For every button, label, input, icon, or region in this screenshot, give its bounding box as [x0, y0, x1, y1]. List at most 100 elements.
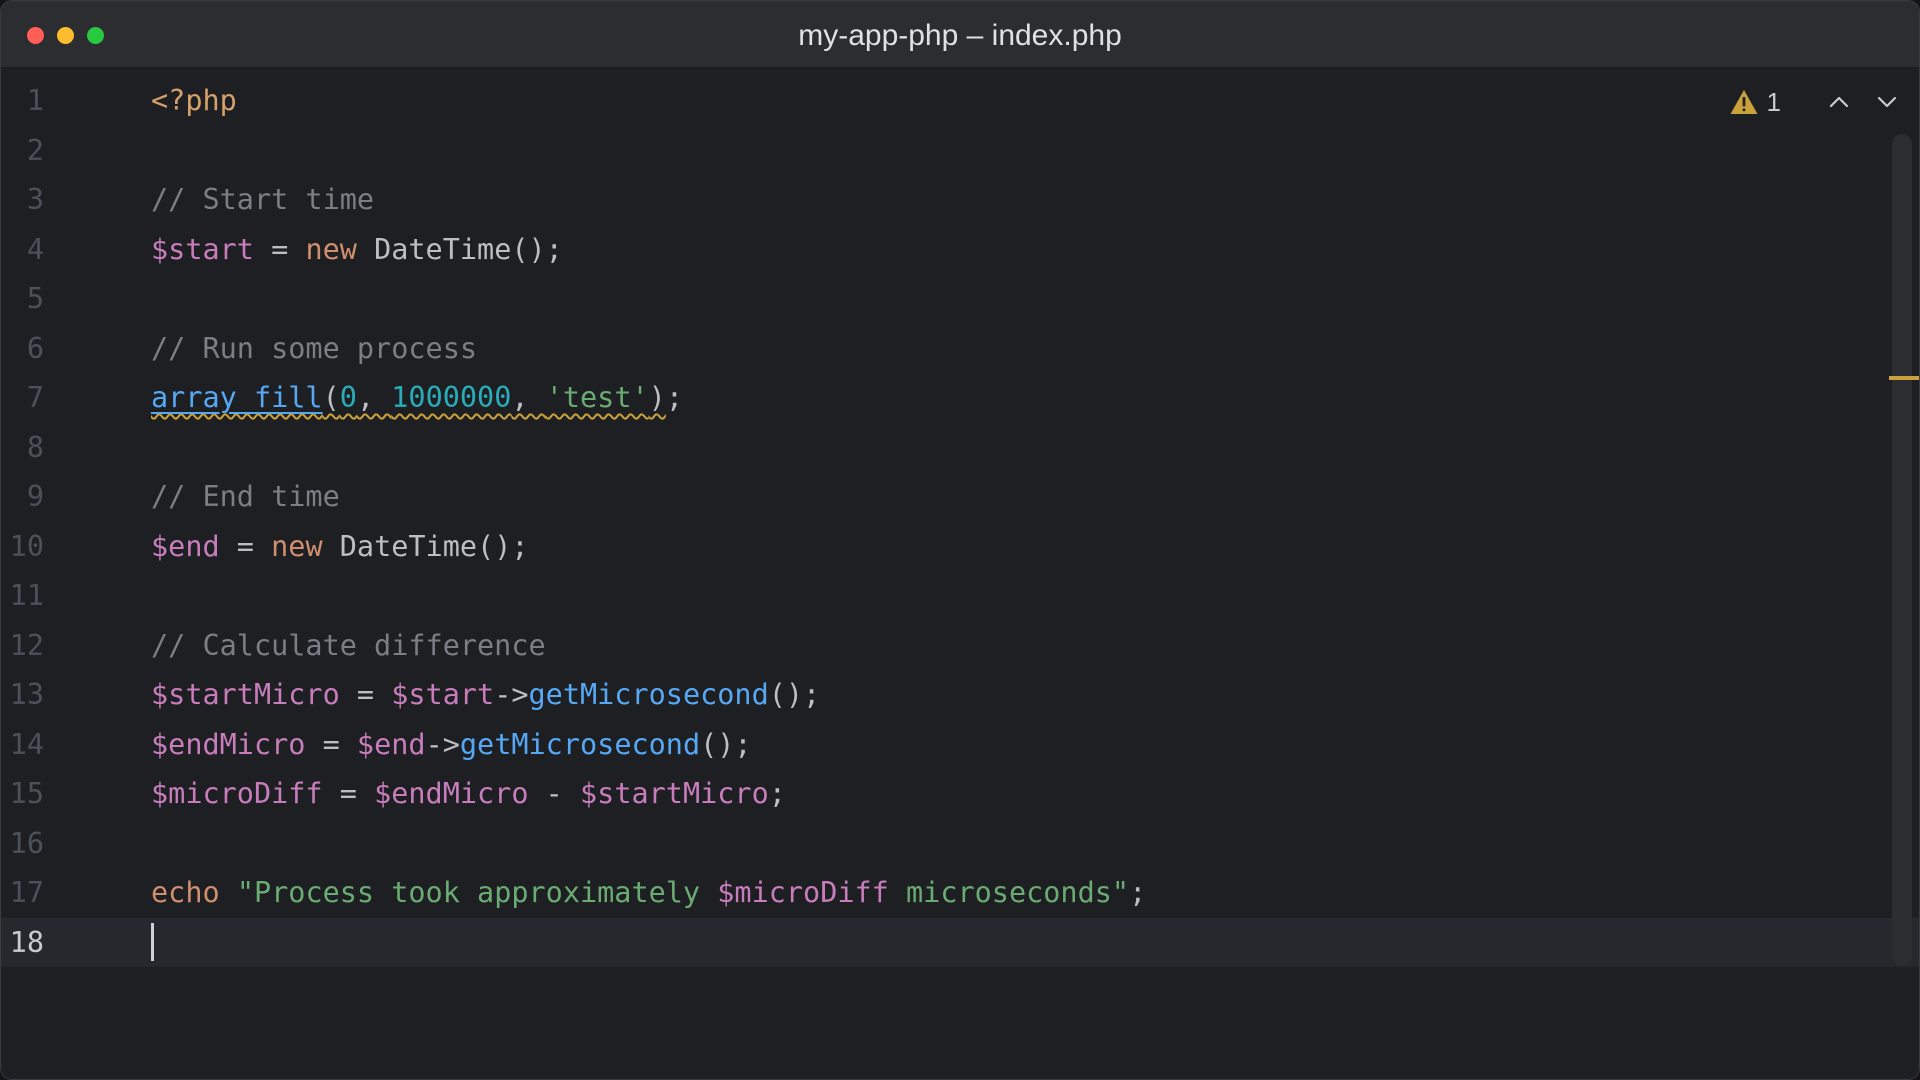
chevron-up-icon[interactable]: [1827, 90, 1851, 114]
line-number[interactable]: 5: [1, 274, 44, 324]
code-token: new: [305, 232, 357, 266]
code-token: $start: [151, 232, 254, 266]
line-code[interactable]: [151, 918, 154, 968]
code-token: ();: [768, 678, 821, 711]
window-title: my-app-php – index.php: [798, 19, 1122, 52]
code-token: ,: [356, 381, 392, 414]
line-code[interactable]: $start = new DateTime();: [151, 225, 563, 275]
code-lines: 1 <?php 2 3 // Start time 4 $start = new DateT…: [1, 76, 1919, 967]
line-number[interactable]: 7: [1, 373, 44, 423]
code-line-16[interactable]: 16: [1, 819, 1919, 869]
ide-window: my-app-php – index.php 1 <?php 2 3 // Start …: [0, 0, 1920, 1080]
line-number[interactable]: 12: [1, 621, 44, 671]
code-token: ->: [494, 678, 529, 711]
code-token: $microDiff: [151, 777, 323, 810]
code-token: =: [253, 232, 306, 266]
code-token: new: [271, 529, 323, 563]
code-token: ;: [768, 777, 786, 810]
code-token: 'test': [545, 381, 649, 414]
code-token: $start: [391, 678, 495, 711]
title-bar: my-app-php – index.php: [1, 1, 1919, 68]
code-token: ();: [700, 727, 752, 761]
code-token: ): [648, 381, 666, 414]
line-number[interactable]: 11: [1, 571, 44, 621]
warning-count[interactable]: 1: [1767, 87, 1781, 118]
line-number[interactable]: 18: [1, 918, 44, 968]
line-number[interactable]: 10: [1, 522, 44, 572]
line-number[interactable]: 15: [1, 769, 44, 819]
line-code[interactable]: $end = new DateTime();: [151, 522, 529, 572]
code-line-17[interactable]: 17 echo "Process took approximately $micr…: [1, 868, 1919, 918]
line-number[interactable]: 1: [1, 76, 44, 126]
code-line-9[interactable]: 9 // End time: [1, 472, 1919, 522]
line-code[interactable]: $microDiff = $endMicro - $startMicro;: [151, 769, 786, 819]
code-token: =: [305, 727, 357, 761]
line-number[interactable]: 3: [1, 175, 44, 225]
code-token: getMicrosecond: [528, 678, 769, 711]
line-number[interactable]: 4: [1, 225, 44, 275]
line-number[interactable]: 8: [1, 423, 44, 473]
code-line-1[interactable]: 1 <?php: [1, 76, 1919, 126]
code-line-7[interactable]: 7 array_fill(0, 1000000, 'test');: [1, 373, 1919, 423]
code-token: $endMicro: [151, 727, 306, 761]
code-token: // Calculate difference: [151, 628, 546, 662]
warning-stripe-marker[interactable]: [1889, 376, 1919, 380]
code-line-12[interactable]: 12 // Calculate difference: [1, 621, 1919, 671]
line-number[interactable]: 6: [1, 324, 44, 374]
line-code[interactable]: // Start time: [151, 175, 374, 225]
warning-triangle-icon[interactable]: [1729, 88, 1759, 116]
code-token: "Process took approximately: [236, 876, 718, 909]
code-token: $microDiff: [717, 876, 889, 909]
chevron-down-icon[interactable]: [1875, 90, 1899, 114]
line-code[interactable]: // End time: [151, 472, 340, 522]
line-number[interactable]: 14: [1, 720, 44, 770]
line-code[interactable]: array_fill(0, 1000000, 'test');: [151, 373, 683, 423]
line-code[interactable]: <?php: [151, 76, 237, 126]
code-line-15[interactable]: 15 $microDiff = $endMicro - $startMicro;: [1, 769, 1919, 819]
code-token: // Run some process: [151, 331, 478, 365]
code-token: $end: [356, 727, 426, 761]
code-token: $end: [151, 529, 220, 563]
code-token: DateTime();: [322, 529, 529, 563]
code-line-13[interactable]: 13 $startMicro = $start->getMicrosecond()…: [1, 670, 1919, 720]
line-number[interactable]: 16: [1, 819, 44, 869]
vertical-scrollbar[interactable]: [1892, 134, 1912, 966]
line-code[interactable]: echo "Process took approximately $microD…: [151, 868, 1146, 918]
code-token: array_fill: [151, 381, 323, 414]
code-token: microseconds": [888, 876, 1130, 909]
code-token: // End time: [151, 480, 340, 513]
line-number[interactable]: 9: [1, 472, 44, 522]
code-line-3[interactable]: 3 // Start time: [1, 175, 1919, 225]
code-token: (: [322, 381, 340, 414]
code-line-4[interactable]: 4 $start = new DateTime();: [1, 225, 1919, 275]
line-code[interactable]: $endMicro = $end->getMicrosecond();: [151, 720, 752, 770]
code-token: getMicrosecond: [459, 727, 701, 761]
code-line-18[interactable]: 18: [1, 917, 1919, 968]
line-number[interactable]: 2: [1, 126, 44, 176]
code-line-11[interactable]: 11: [1, 571, 1919, 621]
line-code[interactable]: $startMicro = $start->getMicrosecond();: [151, 670, 820, 720]
line-number[interactable]: 13: [1, 670, 44, 720]
code-token: echo: [151, 876, 220, 909]
line-number[interactable]: 17: [1, 868, 44, 918]
line-code[interactable]: // Calculate difference: [151, 621, 546, 671]
code-line-14[interactable]: 14 $endMicro = $end->getMicrosecond();: [1, 720, 1919, 770]
warning-highlight[interactable]: array_fill(0, 1000000, 'test'): [151, 381, 666, 414]
code-token: =: [339, 678, 392, 711]
code-token: =: [219, 529, 272, 563]
code-token: ->: [425, 727, 460, 761]
line-code[interactable]: // Run some process: [151, 324, 477, 374]
code-line-6[interactable]: 6 // Run some process: [1, 324, 1919, 374]
code-line-2[interactable]: 2: [1, 126, 1919, 176]
inspections-widget[interactable]: 1: [1729, 82, 1899, 122]
code-token: 0: [339, 381, 357, 414]
code-token: DateTime();: [356, 232, 563, 266]
code-line-10[interactable]: 10 $end = new DateTime();: [1, 522, 1919, 572]
code-line-5[interactable]: 5: [1, 274, 1919, 324]
code-token: =: [322, 777, 375, 810]
code-token: // Start time: [151, 183, 375, 216]
code-editor[interactable]: 1 <?php 2 3 // Start time 4 $start = new DateT…: [1, 68, 1919, 1079]
text-caret: [151, 922, 154, 961]
code-line-8[interactable]: 8: [1, 423, 1919, 473]
